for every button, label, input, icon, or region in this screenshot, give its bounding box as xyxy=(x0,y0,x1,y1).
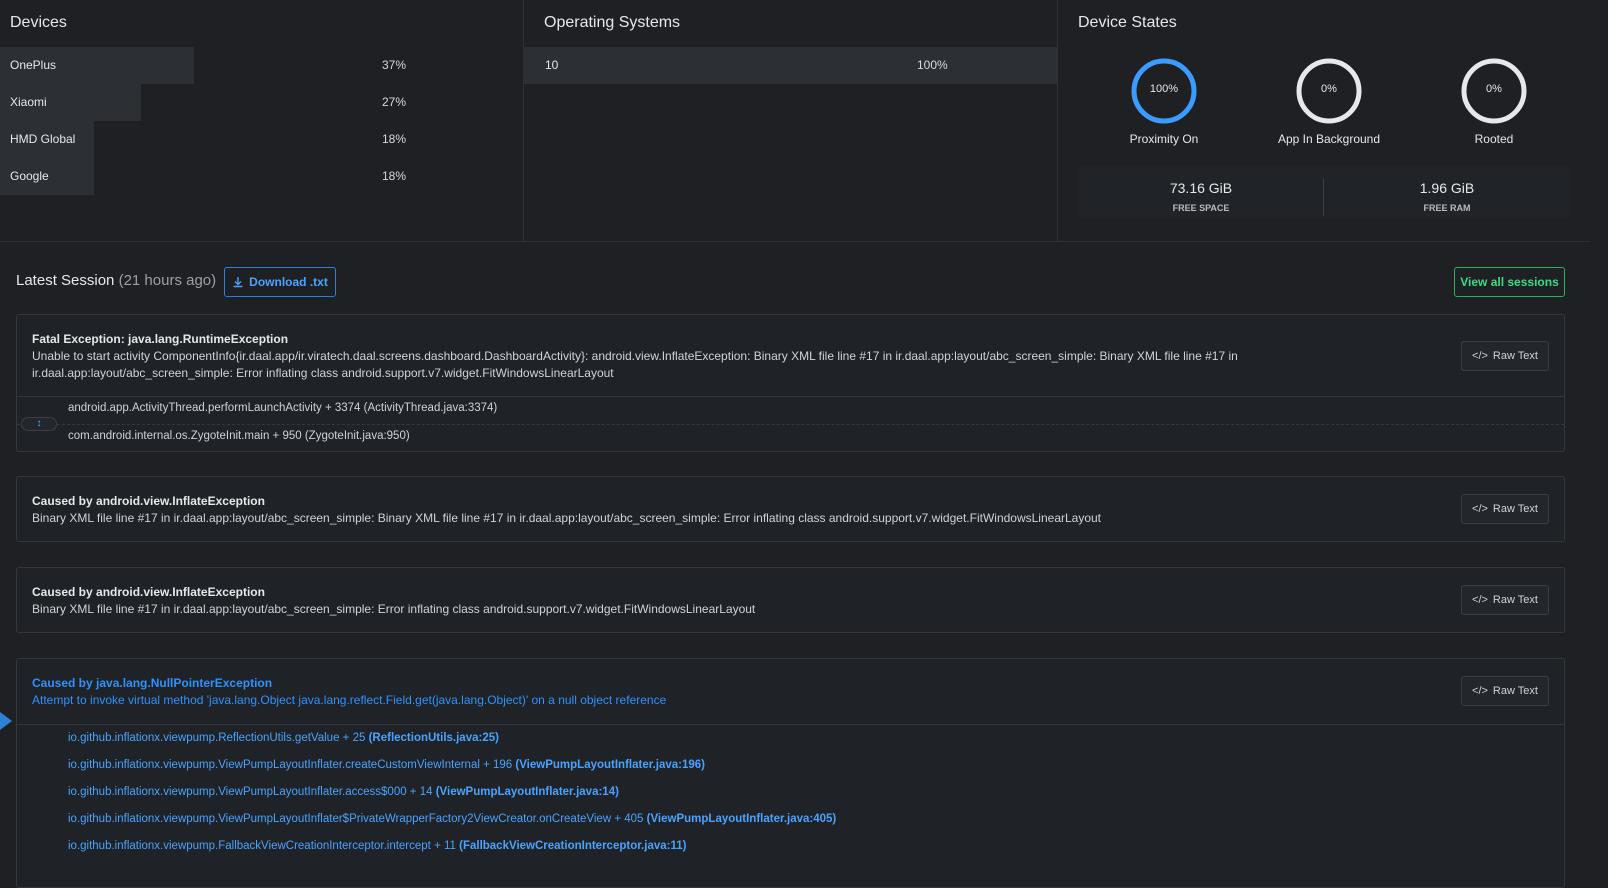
exception-header: Caused by android.view.InflateException … xyxy=(32,493,1272,527)
stack-frame: android.app.ActivityThread.performLaunch… xyxy=(68,402,498,414)
raw-text-button[interactable]: </> Raw Text xyxy=(1461,341,1549,371)
code-icon: </> xyxy=(1472,594,1488,606)
code-icon: </> xyxy=(1472,350,1488,362)
session-ago: (21 hours ago) xyxy=(118,272,217,289)
device-row-xiaomi[interactable]: Xiaomi 27% xyxy=(0,84,523,121)
exception-header: Caused by android.view.InflateException … xyxy=(32,584,1272,618)
exception-card-cause-1: Caused by android.view.InflateException … xyxy=(16,476,1565,542)
device-name: OnePlus xyxy=(10,58,57,72)
device-percent: 18% xyxy=(382,132,407,146)
exception-description: Binary XML file line #17 in ir.daal.app:… xyxy=(32,602,756,616)
device-percent: 27% xyxy=(382,95,407,109)
frame-method: io.github.inflationx.viewpump.Reflection… xyxy=(68,732,366,744)
device-percent: 37% xyxy=(382,58,407,72)
gauge-proximity-on: 100% xyxy=(1129,56,1199,126)
exception-header: Fatal Exception: java.lang.RuntimeExcept… xyxy=(32,331,1272,382)
stack-frame[interactable]: io.github.inflationx.viewpump.ViewPumpLa… xyxy=(68,786,619,798)
gauge-label: Proximity On xyxy=(1129,132,1199,146)
card-separator xyxy=(17,396,1564,397)
raw-text-label: Raw Text xyxy=(1492,350,1538,362)
frame-file: (FallbackViewCreationInterceptor.java:11… xyxy=(459,840,687,852)
session-title: Latest Session xyxy=(16,272,115,289)
device-name: Google xyxy=(10,169,49,183)
devices-title: Devices xyxy=(10,14,67,31)
free-ram-label: FREE RAM xyxy=(1423,203,1471,213)
frame-file: (ReflectionUtils.java:25) xyxy=(368,732,499,744)
exception-title: Fatal Exception: java.lang.RuntimeExcept… xyxy=(32,332,289,346)
latest-session-heading: Latest Session (21 hours ago) xyxy=(16,272,216,289)
raw-text-label: Raw Text xyxy=(1492,685,1538,697)
device-name: HMD Global xyxy=(10,132,76,146)
gauge-rooted: 0% xyxy=(1459,56,1529,126)
expand-frames-toggle[interactable]: ↕ xyxy=(21,417,57,431)
frame-file: (ViewPumpLayoutInflater.java:405) xyxy=(646,813,837,825)
stack-frame[interactable]: io.github.inflationx.viewpump.ViewPumpLa… xyxy=(68,759,705,771)
frame-method: io.github.inflationx.viewpump.ViewPumpLa… xyxy=(68,759,513,771)
os-title: Operating Systems xyxy=(544,14,681,31)
download-label: Download .txt xyxy=(249,275,328,289)
os-name: 10 xyxy=(545,58,559,72)
raw-text-button[interactable]: </> Raw Text xyxy=(1461,494,1549,524)
free-space-stat: 73.16 GiB FREE SPACE xyxy=(1078,166,1324,218)
raw-text-button[interactable]: </> Raw Text xyxy=(1461,676,1549,706)
download-txt-button[interactable]: Download .txt xyxy=(224,267,336,297)
device-states-title: Device States xyxy=(1078,14,1177,31)
exception-description: Binary XML file line #17 in ir.daal.app:… xyxy=(32,511,1102,525)
exception-header: Caused by java.lang.NullPointerException… xyxy=(32,675,1272,709)
raw-text-label: Raw Text xyxy=(1492,503,1538,515)
exception-description: Attempt to invoke virtual method 'java.l… xyxy=(32,693,667,707)
view-all-sessions-button[interactable]: View all sessions xyxy=(1454,267,1565,297)
devices-panel: Devices OnePlus 37% Xiaomi 27% HMD Globa… xyxy=(0,0,524,241)
current-frame-marker-icon xyxy=(0,712,12,730)
free-ram-value: 1.96 GiB xyxy=(1419,180,1475,196)
frame-method: io.github.inflationx.viewpump.ViewPumpLa… xyxy=(68,786,433,798)
raw-text-label: Raw Text xyxy=(1492,594,1538,606)
code-icon: </> xyxy=(1472,503,1488,515)
exception-title: Caused by java.lang.NullPointerException xyxy=(32,676,273,690)
free-ram-stat: 1.96 GiB FREE RAM xyxy=(1324,166,1570,218)
os-bar-fill xyxy=(524,47,1057,84)
gauge-app-in-background: 0% xyxy=(1294,56,1364,126)
os-row-10[interactable]: 10 100% xyxy=(524,47,1057,84)
expand-icon: ↕ xyxy=(36,418,42,429)
device-row-google[interactable]: Google 18% xyxy=(0,158,523,195)
exception-card-cause-2: Caused by android.view.InflateException … xyxy=(16,567,1565,633)
download-icon xyxy=(233,277,243,288)
stack-frame[interactable]: io.github.inflationx.viewpump.Reflection… xyxy=(68,732,499,744)
dashboard-summary: Devices OnePlus 37% Xiaomi 27% HMD Globa… xyxy=(0,0,1590,242)
frame-file: (ViewPumpLayoutInflater.java:196) xyxy=(515,759,705,771)
operating-systems-panel: Operating Systems 10 100% xyxy=(524,0,1058,241)
frame-method: io.github.inflationx.viewpump.ViewPumpLa… xyxy=(68,813,644,825)
exception-description: Unable to start activity ComponentInfo{i… xyxy=(32,349,1238,380)
device-percent: 18% xyxy=(382,169,407,183)
exception-card-fatal: Fatal Exception: java.lang.RuntimeExcept… xyxy=(16,314,1565,452)
os-percent: 100% xyxy=(917,58,948,72)
free-space-value: 73.16 GiB xyxy=(1169,180,1233,196)
stat-divider xyxy=(1323,178,1324,216)
card-separator xyxy=(17,724,1564,725)
stack-frame[interactable]: io.github.inflationx.viewpump.ViewPumpLa… xyxy=(68,813,836,825)
code-icon: </> xyxy=(1472,685,1488,697)
device-row-oneplus[interactable]: OnePlus 37% xyxy=(0,47,523,84)
frame-divider xyxy=(17,424,1564,425)
device-name: Xiaomi xyxy=(10,95,47,109)
frame-method: io.github.inflationx.viewpump.FallbackVi… xyxy=(68,840,456,852)
frame-file: (ViewPumpLayoutInflater.java:14) xyxy=(435,786,619,798)
exception-title: Caused by android.view.InflateException xyxy=(32,585,265,599)
gauge-value: 0% xyxy=(1321,83,1337,95)
exception-card-null-pointer: Caused by java.lang.NullPointerException… xyxy=(16,658,1565,888)
device-row-hmd-global[interactable]: HMD Global 18% xyxy=(0,121,523,158)
gauge-label: Rooted xyxy=(1474,132,1514,146)
gauge-value: 100% xyxy=(1149,83,1179,95)
raw-text-button[interactable]: </> Raw Text xyxy=(1461,585,1549,615)
exception-title: Caused by android.view.InflateException xyxy=(32,494,265,508)
device-states-panel: Device States 100% Proximity On 0% App I… xyxy=(1058,0,1590,241)
stack-frame: com.android.internal.os.ZygoteInit.main … xyxy=(68,430,410,442)
stack-frame[interactable]: io.github.inflationx.viewpump.FallbackVi… xyxy=(68,840,686,852)
free-space-label: FREE SPACE xyxy=(1172,203,1230,213)
gauge-value: 0% xyxy=(1486,83,1502,95)
gauge-label: App In Background xyxy=(1277,132,1381,146)
